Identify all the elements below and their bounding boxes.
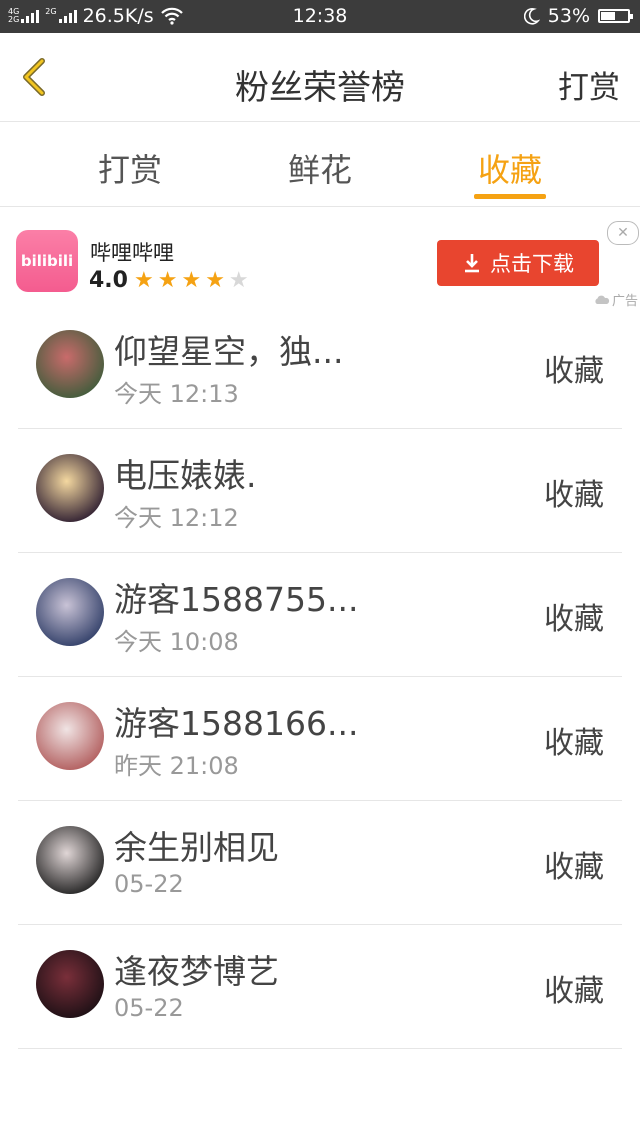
avatar[interactable] xyxy=(36,330,104,398)
tab-bar: 打赏 鲜花 收藏 xyxy=(0,121,640,207)
list-item[interactable]: 电压婊婊. 今天 12:12 收藏 xyxy=(0,429,640,553)
star-empty-icon: ★ xyxy=(228,267,249,293)
fan-name: 逢夜梦博艺 xyxy=(114,952,279,991)
fan-list: 仰望星空，独... 今天 12:13 收藏 电压婊婊. 今天 12:12 收藏 游客1588… xyxy=(0,305,640,1049)
fan-time: 今天 10:08 xyxy=(114,628,239,656)
fan-name: 游客1588166... xyxy=(114,704,359,743)
divider xyxy=(18,1048,622,1049)
star-filled-icon: ★ xyxy=(157,267,178,293)
list-item[interactable]: 游客1588166... 昨天 21:08 收藏 xyxy=(0,677,640,801)
reward-button[interactable]: 打赏 xyxy=(558,62,620,107)
download-button[interactable]: 点击下载 xyxy=(437,240,599,286)
ad-close-button[interactable]: ✕ xyxy=(607,221,639,245)
fan-action-label: 收藏 xyxy=(544,726,604,761)
download-icon xyxy=(465,254,479,273)
list-item[interactable]: 仰望星空，独... 今天 12:13 收藏 xyxy=(0,305,640,429)
list-item[interactable]: 余生别相见 05-22 收藏 xyxy=(0,801,640,925)
moon-icon xyxy=(523,7,540,25)
tab-favorites[interactable]: 收藏 xyxy=(450,145,570,191)
star-filled-icon: ★ xyxy=(205,267,225,293)
avatar[interactable] xyxy=(36,950,104,1018)
fan-time: 今天 12:12 xyxy=(114,504,239,532)
avatar[interactable] xyxy=(36,578,104,646)
header-bar: 粉丝荣誉榜 打赏 xyxy=(0,33,640,122)
bilibili-app-icon[interactable]: bilibili xyxy=(16,230,78,292)
fan-name: 电压婊婊. xyxy=(114,456,257,495)
battery-icon xyxy=(598,9,633,23)
fan-name: 仰望星空，独... xyxy=(114,332,344,371)
fan-time: 昨天 21:08 xyxy=(114,752,239,780)
tab-flowers[interactable]: 鲜花 xyxy=(260,145,380,191)
ad-app-name: 哔哩哔哩 xyxy=(90,241,174,265)
status-bar: 4G 2G 2G 26.5K/s 12:38 53% xyxy=(0,0,640,33)
list-item[interactable]: 游客1588755... 今天 10:08 收藏 xyxy=(0,553,640,677)
status-right: 53% xyxy=(523,5,633,27)
rating-stars: ★ ★ ★ ★ ★ xyxy=(133,267,249,293)
tab-reward[interactable]: 打赏 xyxy=(70,145,190,191)
fan-action-label: 收藏 xyxy=(544,974,604,1009)
fan-time: 05-22 xyxy=(114,870,184,898)
ad-rating-value: 4.0 xyxy=(89,268,128,293)
star-filled-icon: ★ xyxy=(181,267,202,293)
download-label: 点击下载 xyxy=(490,252,574,276)
battery-percent: 53% xyxy=(547,5,590,27)
ad-rating: 4.0 ★ ★ ★ ★ ★ xyxy=(89,268,249,293)
avatar[interactable] xyxy=(36,702,104,770)
fan-name: 游客1588755... xyxy=(114,580,359,619)
fan-action-label: 收藏 xyxy=(544,354,604,389)
star-filled-icon: ★ xyxy=(133,267,154,293)
avatar[interactable] xyxy=(36,454,104,522)
list-item[interactable]: 逢夜梦博艺 05-22 收藏 xyxy=(0,925,640,1049)
page-title: 粉丝荣誉榜 xyxy=(235,68,405,108)
cloud-icon xyxy=(595,295,610,304)
avatar[interactable] xyxy=(36,826,104,894)
fan-action-label: 收藏 xyxy=(544,602,604,637)
fan-time: 05-22 xyxy=(114,994,184,1022)
active-tab-indicator xyxy=(474,194,546,199)
ad-banner[interactable]: bilibili 哔哩哔哩 4.0 ★ ★ ★ ★ ★ 点击下载 ✕ 广告 xyxy=(0,206,640,310)
fan-name: 余生别相见 xyxy=(114,828,279,867)
fan-action-label: 收藏 xyxy=(544,850,604,885)
fan-time: 今天 12:13 xyxy=(114,380,239,408)
fan-action-label: 收藏 xyxy=(544,478,604,513)
